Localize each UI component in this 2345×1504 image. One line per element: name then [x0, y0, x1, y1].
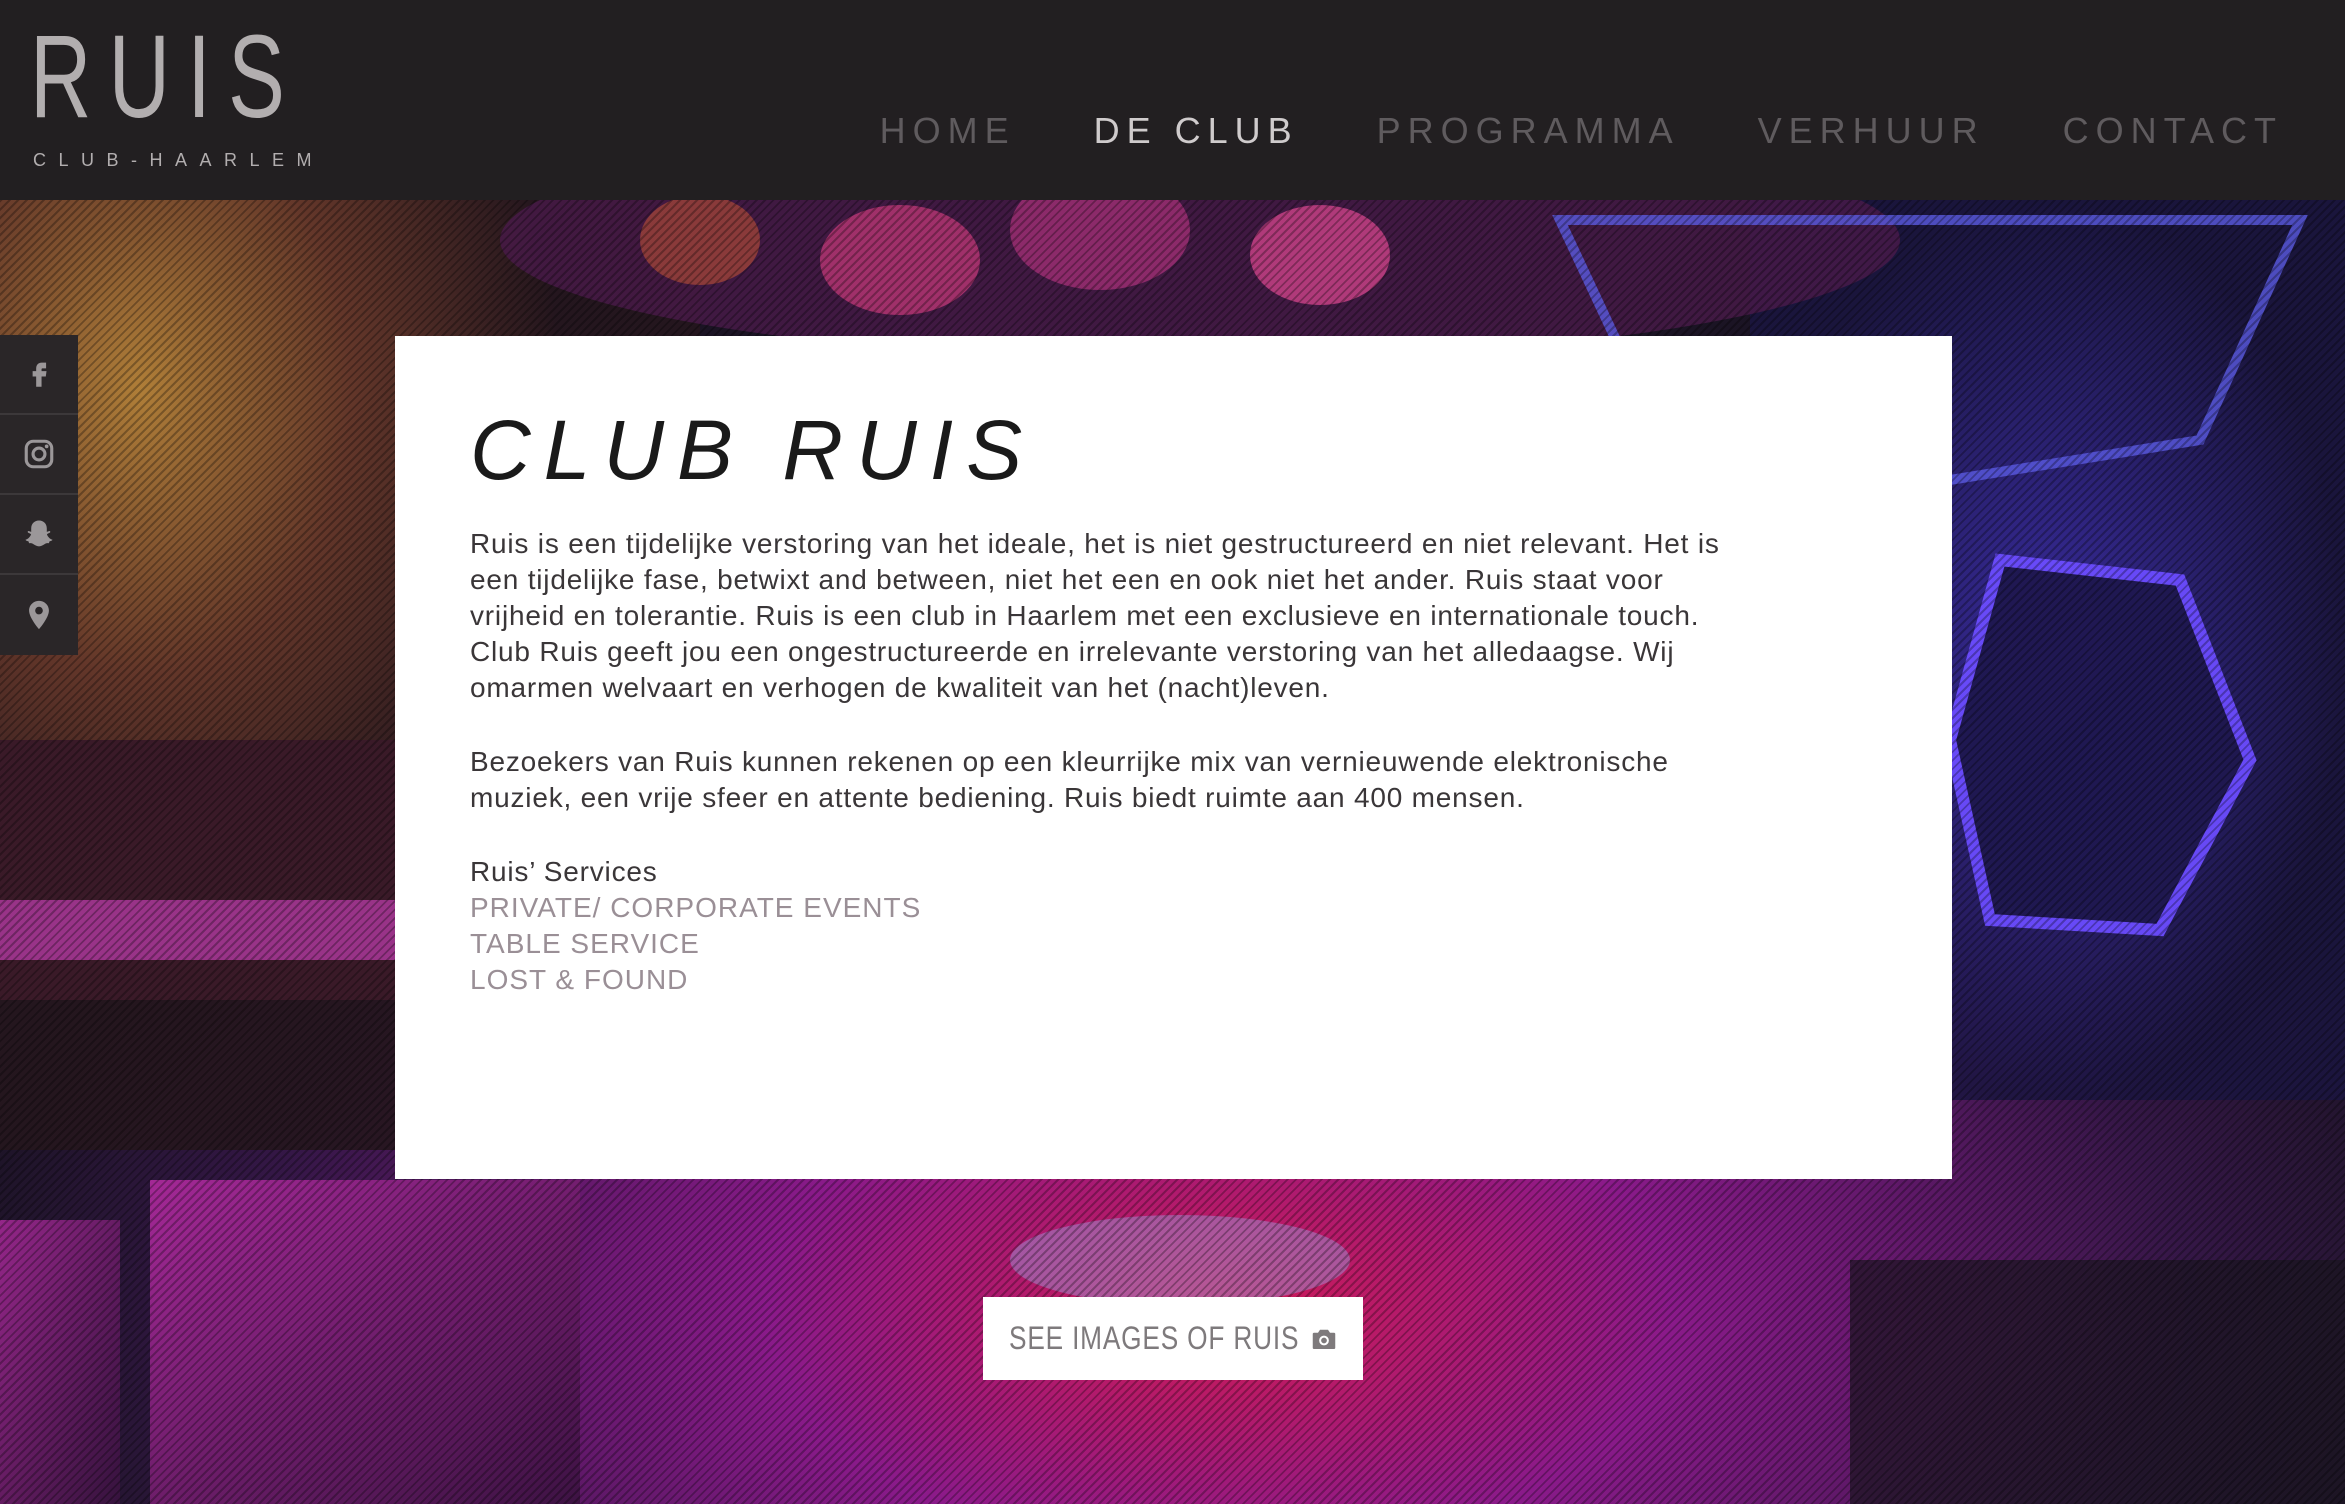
about-text: Ruis is een tijdelijke verstoring van he… [470, 526, 1730, 998]
main-nav: HOME DE CLUB PROGRAMMA VERHUUR CONTACT [802, 108, 2283, 154]
snapchat-link[interactable] [0, 495, 78, 575]
site-logo[interactable]: RUIS CLUB-HAARLEM [30, 11, 340, 170]
instagram-icon [24, 439, 54, 469]
service-link-lost-found[interactable]: LOST & FOUND [470, 962, 1730, 998]
about-paragraph: Ruis is een tijdelijke verstoring van he… [470, 528, 1720, 703]
service-link-table-service[interactable]: TABLE SERVICE [470, 926, 1730, 962]
snapchat-icon [25, 520, 53, 547]
nav-verhuur[interactable]: VERHUUR [1758, 108, 1985, 154]
site-header: RUIS CLUB-HAARLEM HOME DE CLUB PROGRAMMA… [0, 0, 2345, 200]
nav-de-club[interactable]: DE CLUB [1094, 108, 1299, 154]
logo-tagline: CLUB-HAARLEM [33, 150, 325, 170]
nav-contact[interactable]: CONTACT [2063, 108, 2283, 154]
see-images-label: SEE IMAGES OF RUIS [1009, 1320, 1300, 1356]
nav-programma[interactable]: PROGRAMMA [1377, 108, 1680, 154]
camera-icon [1312, 1329, 1336, 1349]
instagram-link[interactable] [0, 415, 78, 495]
facebook-link[interactable] [0, 335, 78, 415]
location-link[interactable] [0, 575, 78, 655]
see-images-button[interactable]: SEE IMAGES OF RUIS [983, 1297, 1363, 1380]
logo-wordmark: RUIS [30, 11, 303, 143]
service-link-private-events[interactable]: PRIVATE/ CORPORATE EVENTS [470, 890, 1730, 926]
about-paragraph: Bezoekers van Ruis kunnen rekenen op een… [470, 746, 1669, 813]
social-sidebar [0, 335, 78, 655]
nav-home[interactable]: HOME [880, 108, 1016, 154]
page-title: CLUB RUIS [470, 403, 1036, 497]
location-pin-icon [29, 600, 49, 630]
about-card: CLUB RUIS Ruis is een tijdelijke verstor… [395, 336, 1952, 1179]
services-heading: Ruis’ Services [470, 856, 658, 887]
facebook-icon [32, 362, 47, 387]
